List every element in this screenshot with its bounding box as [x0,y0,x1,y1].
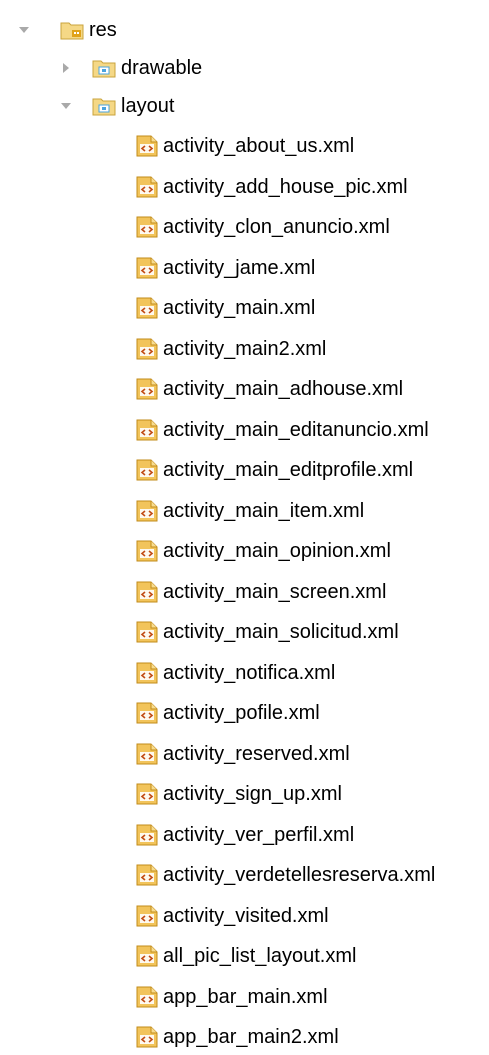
file-name: activity_main2.xml [163,337,327,360]
file-item[interactable]: activity_main2.xml [136,331,326,367]
xml-file-icon [136,297,158,319]
file-item[interactable]: activity_add_house_pic.xml [136,169,408,205]
file-name: activity_main_screen.xml [163,580,387,603]
expanded-arrow-icon[interactable] [58,98,74,114]
file-name: activity_clon_anuncio.xml [163,216,390,238]
file-item[interactable]: activity_clon_anuncio.xml [136,209,390,245]
file-item[interactable]: activity_main_opinion.xml [136,533,391,569]
file-item[interactable]: app_bar_main.xml [136,979,328,1015]
xml-file-icon [136,459,158,481]
file-name: activity_main_editprofile.xml [163,459,414,481]
tree-node-label: res [89,19,117,41]
file-name: all_pic_list_layout.xml [163,945,357,967]
collapsed-arrow-icon[interactable] [58,60,74,76]
file-name: activity_add_house_pic.xml [163,175,408,198]
tree-node-res[interactable]: res [16,12,117,48]
file-item[interactable]: activity_main_item.xml [136,493,364,529]
xml-file-icon [136,176,158,198]
file-name: activity_main_solicitud.xml [163,621,399,643]
resources-folder-icon [60,20,84,40]
xml-file-icon [136,743,158,765]
xml-file-icon [136,135,158,157]
package-folder-icon [92,96,116,116]
file-item[interactable]: activity_pofile.xml [136,695,320,731]
file-name: activity_main_editanuncio.xml [163,418,429,441]
file-name: activity_reserved.xml [163,742,350,765]
file-item[interactable]: activity_jame.xml [136,250,315,286]
file-item[interactable]: activity_main_adhouse.xml [136,371,403,407]
xml-file-icon [136,824,158,846]
file-item[interactable]: activity_verdetellesreserva.xml [136,857,435,893]
file-item[interactable]: app_bar_main2.xml [136,1019,339,1055]
tree-node-layout[interactable]: layout [58,88,174,124]
package-folder-icon [92,58,116,78]
tree-node-label: drawable [121,57,203,79]
project-tree: res drawable layout activity_about_us.xm… [0,0,489,1048]
expanded-arrow-icon[interactable] [16,22,32,38]
xml-file-icon [136,864,158,886]
file-item[interactable]: activity_about_us.xml [136,128,354,164]
tree-node-drawable[interactable]: drawable [58,50,202,86]
file-name: activity_main_item.xml [163,499,365,522]
xml-file-icon [136,378,158,400]
file-item[interactable]: activity_reserved.xml [136,736,350,772]
xml-file-icon [136,338,158,360]
file-name: activity_notifica.xml [163,661,336,684]
file-name: activity_visited.xml [163,904,329,927]
file-item[interactable]: activity_notifica.xml [136,655,335,691]
xml-file-icon [136,1026,158,1048]
file-name: app_bar_main.xml [163,985,328,1008]
xml-file-icon [136,540,158,562]
xml-file-icon [136,986,158,1008]
file-name: activity_sign_up.xml [163,783,342,805]
xml-file-icon [136,945,158,967]
file-item[interactable]: activity_visited.xml [136,898,329,934]
xml-file-icon [136,702,158,724]
file-name: activity_main_opinion.xml [163,540,391,562]
xml-file-icon [136,419,158,441]
file-name: app_bar_main2.xml [163,1026,339,1048]
xml-file-icon [136,905,158,927]
tree-node-label: layout [121,95,175,117]
xml-file-icon [136,581,158,603]
file-item[interactable]: activity_main.xml [136,290,315,326]
file-name: activity_about_us.xml [163,135,355,157]
file-item[interactable]: activity_main_editanuncio.xml [136,412,429,448]
xml-file-icon [136,216,158,238]
file-item[interactable]: activity_main_screen.xml [136,574,386,610]
file-item[interactable]: all_pic_list_layout.xml [136,938,356,974]
file-item[interactable]: activity_main_solicitud.xml [136,614,399,650]
file-name: activity_verdetellesreserva.xml [163,864,436,886]
file-name: activity_main.xml [163,297,316,319]
file-item[interactable]: activity_main_editprofile.xml [136,452,413,488]
xml-file-icon [136,257,158,279]
xml-file-icon [136,621,158,643]
xml-file-icon [136,500,158,522]
file-name: activity_pofile.xml [163,702,320,724]
xml-file-icon [136,662,158,684]
file-name: activity_ver_perfil.xml [163,823,355,846]
file-name: activity_main_adhouse.xml [163,378,404,400]
file-item[interactable]: activity_sign_up.xml [136,776,342,812]
xml-file-icon [136,783,158,805]
file-name: activity_jame.xml [163,256,316,279]
file-item[interactable]: activity_ver_perfil.xml [136,817,354,853]
